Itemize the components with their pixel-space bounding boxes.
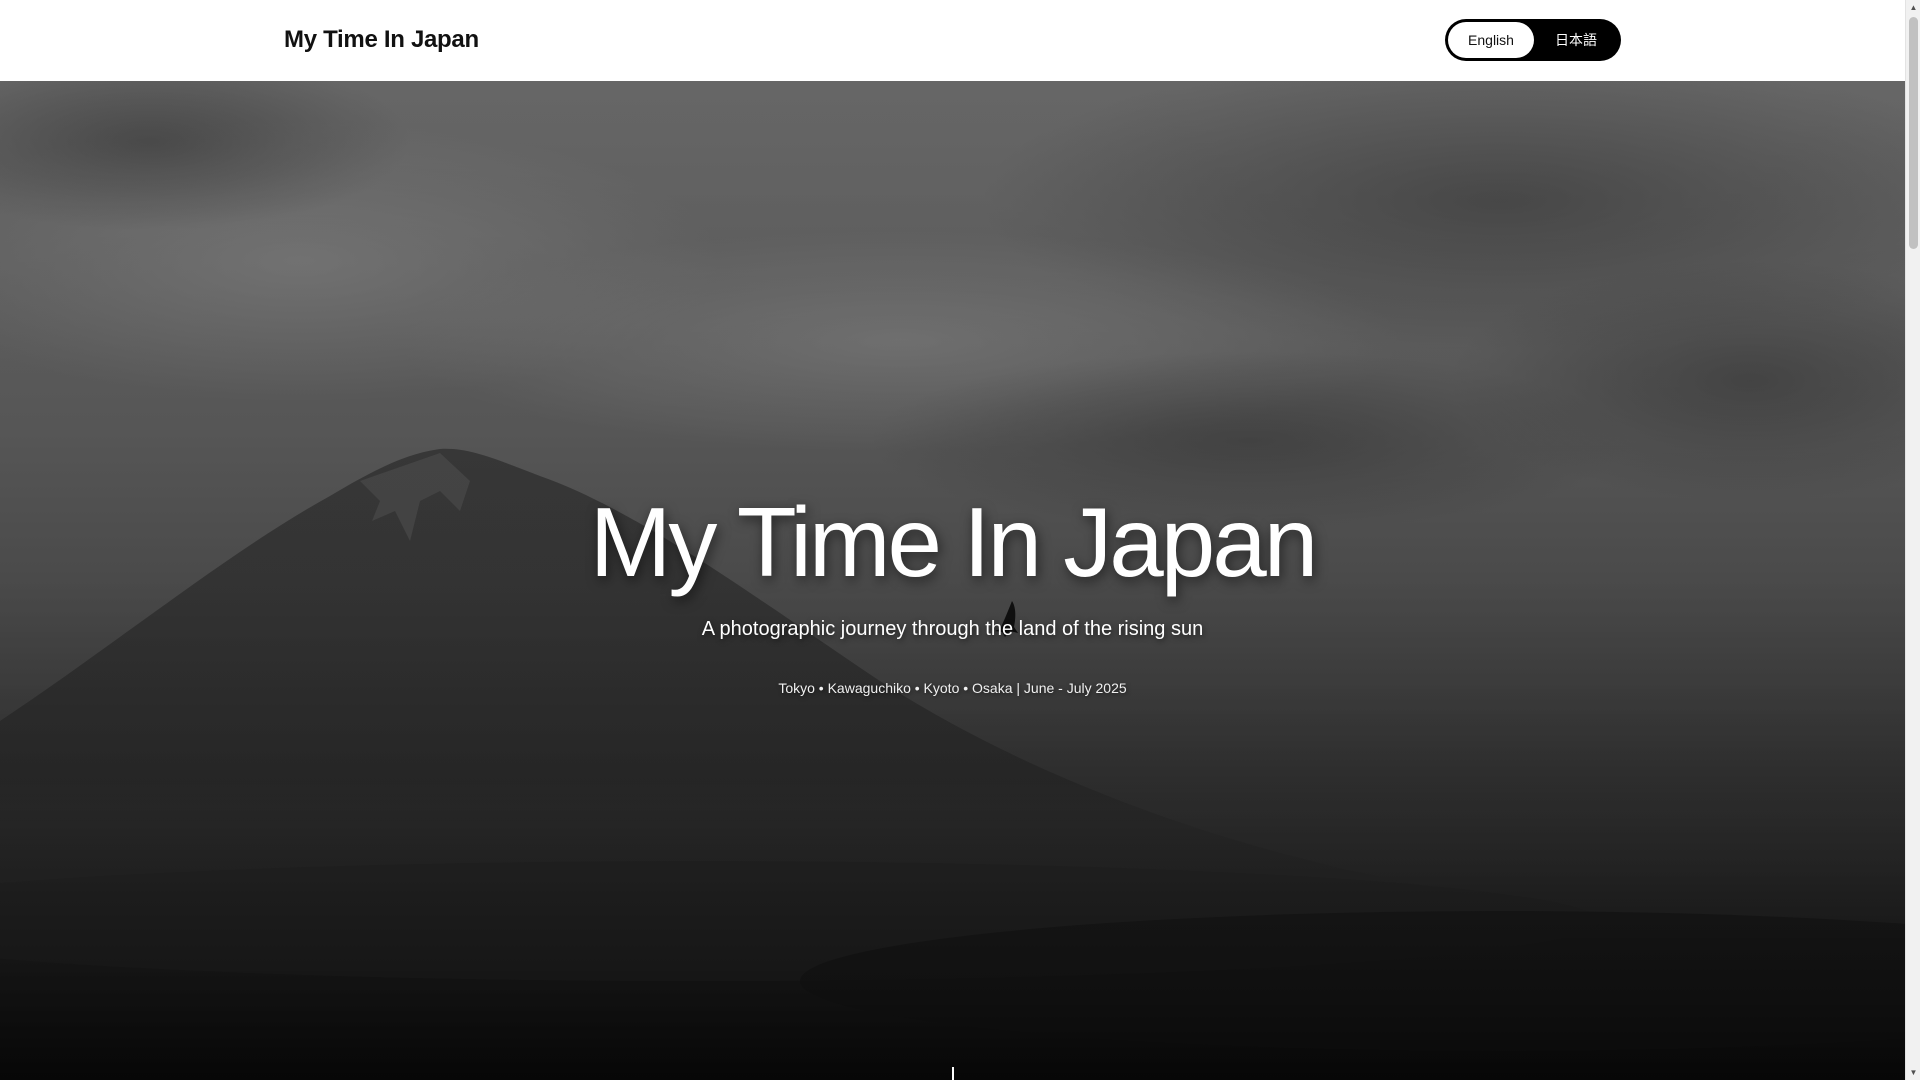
language-toggle: English 日本語 <box>1445 19 1621 61</box>
language-option-japanese[interactable]: 日本語 <box>1534 22 1618 58</box>
site-header: My Time In Japan English 日本語 <box>0 0 1905 81</box>
arrow-up-icon[interactable]: ▲ <box>1906 0 1920 15</box>
hero-title: My Time In Japan <box>589 487 1318 597</box>
scrollbar-thumb[interactable] <box>1909 17 1918 249</box>
scroll-down-indicator[interactable] <box>952 1067 954 1080</box>
language-option-english[interactable]: English <box>1448 22 1534 58</box>
hero-trip-details: Tokyo • Kawaguchiko • Kyoto • Osaka | Ju… <box>778 680 1127 696</box>
page: My Time In Japan English 日本語 My Time In … <box>0 0 1905 1080</box>
site-brand[interactable]: My Time In Japan <box>284 24 479 56</box>
arrow-down-icon[interactable]: ▼ <box>1906 1065 1920 1080</box>
page-scrollbar[interactable]: ▲ ▼ <box>1905 0 1920 1080</box>
hero-subtitle: A photographic journey through the land … <box>701 618 1204 640</box>
